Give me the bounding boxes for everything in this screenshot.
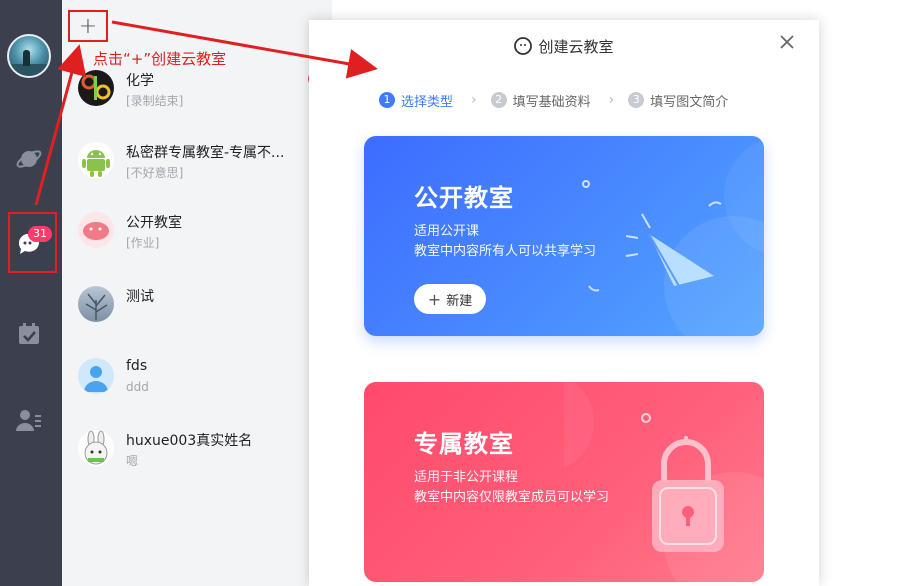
chat-name: 私密群专属教室-专属不... <box>126 145 285 161</box>
chat-item[interactable]: huxue003真实姓名 嗯 <box>62 430 332 490</box>
chat-avatar <box>78 70 114 106</box>
cloud-icon <box>514 37 533 55</box>
step-2[interactable]: 2 填写基础资料 › <box>490 91 629 110</box>
step-number: 1 <box>379 92 395 108</box>
create-classroom-dialog: 创建云教室 1 选择类型 › 2 填写基础资料 › 3 填写图文简介 公开教室 <box>309 20 819 586</box>
app-window: 31 + 点击“+”创建云教室 化学 [录制结束] 1 私密群专属教室-专属不.… <box>0 0 909 586</box>
card-title: 专属教室 <box>414 430 514 458</box>
stepper: 1 选择类型 › 2 填写基础资料 › 3 填写图文简介 <box>379 90 728 110</box>
planet-icon[interactable] <box>13 143 45 175</box>
user-avatar[interactable] <box>7 34 51 78</box>
chat-item[interactable]: fds ddd <box>62 358 332 418</box>
megaphone-icon <box>582 139 764 336</box>
chat-item[interactable]: 私密群专属教室-专属不... [不好意思] <box>62 142 332 202</box>
contacts-icon[interactable] <box>13 404 45 436</box>
chat-item[interactable]: 测试 <box>62 286 332 346</box>
chevron-right-icon: › <box>471 92 477 108</box>
rabbit-avatar <box>78 430 114 466</box>
step-1[interactable]: 1 选择类型 › <box>379 91 491 110</box>
step-number: 2 <box>490 92 507 108</box>
new-public-classroom-button[interactable]: + 新建 <box>414 284 486 314</box>
default-avatar <box>78 358 114 394</box>
new-button-label: 新建 <box>446 293 473 309</box>
android-avatar <box>78 142 114 178</box>
private-classroom-card[interactable]: 专属教室 适用于非公开课程 教室中内容仅限教室成员可以学习 <box>364 382 764 582</box>
chat-name: 公开教室 <box>126 215 182 231</box>
chat-name: 测试 <box>126 289 154 305</box>
chat-name: huxue003真实姓名 <box>126 433 253 449</box>
chat-name: fds <box>126 358 148 374</box>
lock-icon <box>564 382 764 582</box>
chat-preview: [作业] <box>126 236 160 250</box>
chat-name: 化学 <box>126 73 154 89</box>
card-title: 公开教室 <box>414 184 514 212</box>
public-classroom-card[interactable]: 公开教室 适用公开课 教室中内容所有人可以共享学习 + 新建 <box>364 136 764 336</box>
left-rail: 31 <box>0 0 62 586</box>
chat-preview: ddd <box>126 380 149 394</box>
chevron-right-icon: › <box>608 92 615 108</box>
chat-item[interactable]: 公开教室 [作业] <box>62 212 332 272</box>
chat-avatar <box>78 212 114 248</box>
annotation-text: 点击“+”创建云教室 <box>93 50 227 68</box>
close-icon[interactable] <box>777 32 797 52</box>
step-3[interactable]: 3 填写图文简介 <box>628 91 728 110</box>
chat-item[interactable]: 化学 [录制结束] 1 <box>62 70 332 130</box>
step-number: 3 <box>628 92 645 108</box>
dialog-title: 创建云教室 <box>538 38 614 56</box>
step-label: 填写图文简介 <box>650 94 729 110</box>
dialog-title-row: 创建云教室 <box>309 36 819 57</box>
chat-preview: [录制结束] <box>126 94 184 108</box>
chat-avatar <box>78 286 114 322</box>
plus-icon: + <box>427 289 442 309</box>
unread-badge: 31 <box>28 226 52 242</box>
chat-preview: [不好意思] <box>126 166 184 180</box>
add-classroom-button[interactable]: + <box>68 10 108 42</box>
chat-preview: 嗯 <box>126 454 139 468</box>
step-label: 填写基础资料 <box>512 94 591 110</box>
step-label: 选择类型 <box>401 94 454 110</box>
calendar-icon[interactable] <box>13 318 45 350</box>
